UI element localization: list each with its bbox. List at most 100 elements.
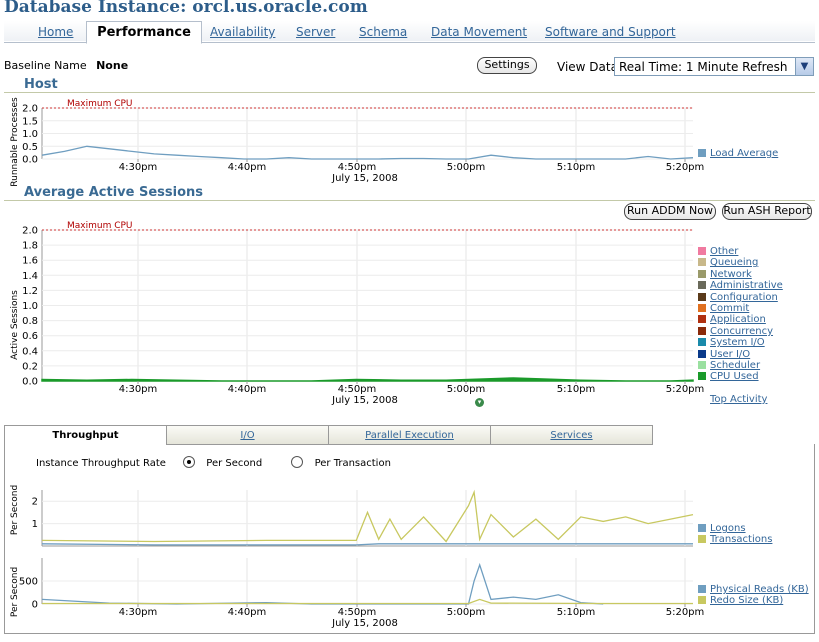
legend-user-i-o[interactable]: User I/O <box>698 349 750 360</box>
top-activity-link[interactable]: Top Activity <box>710 394 767 405</box>
page-title: Database Instance: orcl.us.oracle.com <box>4 0 368 17</box>
radio-label: Per Transaction <box>314 458 391 469</box>
legend-swatch <box>698 258 706 266</box>
x-tick-label: 4:50pm <box>338 384 377 395</box>
legend-swatch <box>698 535 706 543</box>
y-tick-label: 0.2 <box>22 361 38 372</box>
series-line <box>41 543 693 546</box>
x-tick-label: 5:20pm <box>666 162 705 173</box>
legend-swatch <box>698 338 706 346</box>
legend-redo-size[interactable]: Redo Size (KB) <box>698 595 783 606</box>
legend-swatch <box>698 372 706 380</box>
legend-system-i-o[interactable]: System I/O <box>698 337 765 348</box>
tab-data-movement[interactable]: Data Movement <box>431 23 527 42</box>
legend-concurrency[interactable]: Concurrency <box>698 326 773 337</box>
legend-commit[interactable]: Commit <box>698 303 749 314</box>
legend-swatch <box>698 304 706 312</box>
tab-io[interactable]: I/O <box>166 425 329 445</box>
view-data-value: Real Time: 1 Minute Refresh <box>619 60 788 74</box>
legend-scheduler[interactable]: Scheduler <box>698 360 760 371</box>
legend-swatch <box>698 270 706 278</box>
legend-label: Application <box>710 314 766 325</box>
y-tick-label: 0.0 <box>22 377 38 388</box>
chevron-down-icon[interactable]: ▾ <box>475 398 484 407</box>
host-chart: Runnable Processes 0.0 0.5 1.0 1.52.0 Maximu… <box>10 97 705 187</box>
legend-label: Administrative <box>710 280 783 291</box>
legend-label: Commit <box>710 303 750 314</box>
legend-swatch <box>698 293 706 301</box>
legend-transactions[interactable]: Transactions <box>698 534 772 545</box>
throughput-rate-label: Instance Throughput Rate <box>36 458 166 469</box>
x-tick-label: 4:40pm <box>228 162 267 173</box>
host-title: Host <box>24 77 58 92</box>
x-date-label: July 15, 2008 <box>331 395 398 406</box>
x-tick-label: 4:30pm <box>119 607 158 618</box>
threshold-label: Maximum CPU <box>67 99 133 109</box>
radio-per-transaction[interactable]: Per Transaction <box>291 456 391 469</box>
x-tick-label: 5:10pm <box>557 607 596 618</box>
baseline: Baseline Name None <box>4 59 128 72</box>
io-ylabel: Per Second <box>10 567 20 617</box>
tab-home[interactable]: Home <box>38 23 73 42</box>
settings-button[interactable]: Settings <box>477 57 537 74</box>
host-ylabel: Runnable Processes <box>10 97 20 187</box>
legend-swatch <box>698 327 706 335</box>
view-data-select[interactable]: Real Time: 1 Minute Refresh ▼ <box>614 57 814 76</box>
legend-swatch <box>698 149 706 157</box>
legend-administrative[interactable]: Administrative <box>698 280 783 291</box>
aas-title: Average Active Sessions <box>24 185 204 200</box>
tab-software-and-support[interactable]: Software and Support <box>545 23 676 42</box>
y-tick-label: 1.4 <box>22 271 38 282</box>
legend-cpu-used[interactable]: CPU Used <box>698 371 759 382</box>
y-tick-label: 1 <box>32 519 38 530</box>
tab-schema[interactable]: Schema <box>359 23 407 42</box>
legend-logons[interactable]: Logons <box>698 523 746 534</box>
baseline-value: None <box>96 59 129 72</box>
legend-configuration[interactable]: Configuration <box>698 292 778 303</box>
legend-queueing[interactable]: Queueing <box>698 257 758 268</box>
y-tick-label: 0.8 <box>22 316 38 327</box>
legend-label: Concurrency <box>710 326 774 337</box>
threshold-label: Maximum CPU <box>67 221 133 231</box>
legend-label: Physical Reads (KB) <box>710 584 809 595</box>
y-tick-label: 2.0 <box>22 104 38 115</box>
tab-services[interactable]: Services <box>490 425 653 445</box>
legend-label: Configuration <box>710 292 778 303</box>
tab-availability[interactable]: Availability <box>210 23 275 42</box>
radio-per-second[interactable]: Per Second <box>183 456 263 469</box>
x-tick-label: 4:40pm <box>228 384 267 395</box>
series-line <box>41 145 694 160</box>
view-data-label: View Data <box>557 60 614 74</box>
x-tick-label: 4:30pm <box>119 162 158 173</box>
legend-label: Network <box>710 269 752 280</box>
x-tick-label: 5:00pm <box>447 162 486 173</box>
legend-physical-reads[interactable]: Physical Reads (KB) <box>698 584 809 595</box>
tab-throughput[interactable]: Throughput <box>4 425 167 445</box>
x-tick-label: 4:50pm <box>338 607 377 618</box>
tab-performance[interactable]: Performance <box>86 21 202 44</box>
section-divider <box>4 200 815 201</box>
legend-label: Redo Size (KB) <box>710 595 784 606</box>
tab-server[interactable]: Server <box>296 23 335 42</box>
throughput-charts: Per Second Per Second 1 2 0 500 4:30pm 4:40pm… <box>10 485 705 629</box>
y-tick-label: 1.8 <box>22 241 38 252</box>
chevron-down-icon[interactable]: ▼ <box>795 58 813 75</box>
legend-other[interactable]: Other <box>698 246 738 257</box>
main-tabs: Home Performance Availability Server Sch… <box>4 21 815 44</box>
tab-parallel-execution[interactable]: Parallel Execution <box>328 425 491 445</box>
y-tick-label: 1.5 <box>22 116 38 127</box>
legend-application[interactable]: Application <box>698 314 766 325</box>
x-tick-label: 5:10pm <box>557 384 596 395</box>
x-tick-label: 5:20pm <box>666 607 705 618</box>
legend-swatch <box>698 350 706 358</box>
baseline-label: Baseline Name <box>4 59 87 72</box>
y-tick-label: 0.6 <box>22 331 38 342</box>
radio-icon[interactable] <box>291 456 304 468</box>
series-line <box>41 562 604 605</box>
radio-label: Per Second <box>206 458 263 469</box>
throughput-ylabel: Per Second <box>10 485 20 535</box>
legend-label: CPU Used <box>710 371 759 382</box>
legend-load-average[interactable]: Load Average <box>698 148 778 159</box>
radio-icon[interactable] <box>183 456 196 468</box>
legend-network[interactable]: Network <box>698 269 752 280</box>
